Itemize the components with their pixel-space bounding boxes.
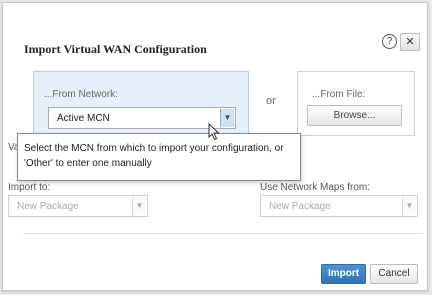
import-to-label: Import to: <box>8 182 51 193</box>
close-icon: ✕ <box>405 36 415 48</box>
from-file-label: ...From File: <box>312 89 366 100</box>
network-maps-label: Use Network Maps from: <box>260 182 371 193</box>
footer-divider <box>23 233 423 234</box>
help-icon[interactable]: ? <box>382 34 397 49</box>
mouse-cursor-icon <box>208 123 220 141</box>
from-network-label: ...From Network: <box>44 89 118 100</box>
import-button[interactable]: Import <box>321 264 366 284</box>
from-file-panel: ...From File: <box>297 71 415 136</box>
import-to-value: New Package <box>17 201 79 212</box>
or-separator: or <box>266 95 276 107</box>
close-button[interactable]: ✕ <box>400 33 420 51</box>
cancel-button[interactable]: Cancel <box>370 264 418 284</box>
import-to-select[interactable]: New Package ▼ <box>8 195 148 217</box>
dialog-title: Import Virtual WAN Configuration <box>24 42 207 56</box>
chevron-down-icon[interactable]: ▼ <box>132 197 146 215</box>
network-select-value: Active MCN <box>57 113 110 124</box>
network-maps-value: New Package <box>269 201 331 212</box>
chevron-down-icon[interactable]: ▼ <box>220 109 234 127</box>
chevron-down-icon[interactable]: ▼ <box>402 197 416 215</box>
network-maps-select[interactable]: New Package ▼ <box>260 195 418 217</box>
network-tooltip: Select the MCN from which to import your… <box>17 133 301 181</box>
import-dialog: Import Virtual WAN Configuration ? ✕ ...… <box>2 2 428 291</box>
browse-button[interactable]: Browse... <box>307 105 402 126</box>
